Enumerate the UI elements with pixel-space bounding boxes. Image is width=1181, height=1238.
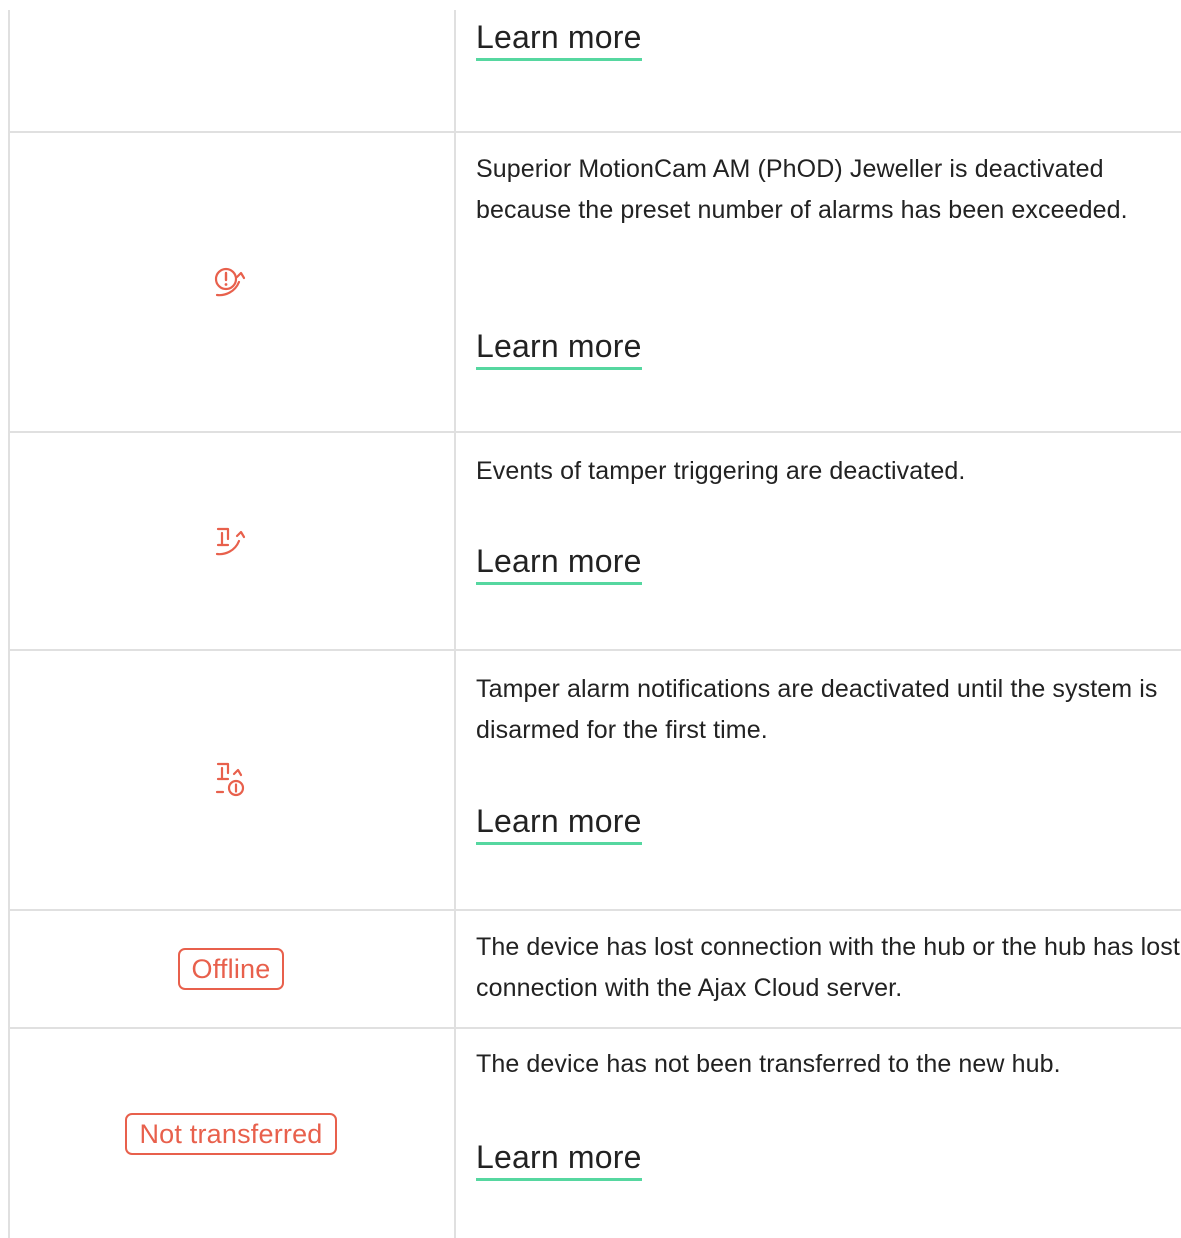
table-row: Not transferred The device has not been … bbox=[8, 1029, 1181, 1238]
description-cell: Tamper alarm notifications are deactivat… bbox=[476, 651, 1181, 909]
description-cell: The device has not been transferred to t… bbox=[476, 1029, 1181, 1238]
icon-cell bbox=[8, 0, 454, 131]
icon-cell bbox=[8, 133, 454, 431]
row-description: Superior MotionCam AM (PhOD) Jeweller is… bbox=[476, 155, 1128, 224]
tamper-deactivated-icon bbox=[215, 527, 246, 556]
table-row: Events of tamper triggering are deactiva… bbox=[8, 433, 1181, 649]
learn-more-link[interactable]: Learn more bbox=[476, 326, 642, 370]
icon-cell: Offline bbox=[8, 911, 454, 1027]
table-row: Superior MotionCam AM (PhOD) Jeweller is… bbox=[8, 133, 1181, 431]
icon-cell bbox=[8, 433, 454, 649]
table-row: Tamper alarm notifications are deactivat… bbox=[8, 651, 1181, 909]
table-row: Offline The device has lost connection w… bbox=[8, 911, 1181, 1027]
learn-more-link[interactable]: Learn more bbox=[476, 541, 642, 585]
description-cell: The device has lost connection with the … bbox=[476, 911, 1181, 1027]
row-description: Tamper alarm notifications are deactivat… bbox=[476, 675, 1158, 744]
description-cell: Learn more bbox=[476, 0, 1181, 131]
tamper-deactivated-until-disarm-icon bbox=[215, 762, 245, 797]
table-row: Learn more bbox=[8, 0, 1181, 131]
description-cell: Superior MotionCam AM (PhOD) Jeweller is… bbox=[476, 133, 1181, 431]
row-description: Events of tamper triggering are deactiva… bbox=[476, 457, 966, 485]
alarm-limit-deactivated-icon bbox=[214, 267, 246, 297]
learn-more-link[interactable]: Learn more bbox=[476, 801, 642, 845]
icon-cell bbox=[8, 651, 454, 909]
status-badge-not-transferred: Not transferred bbox=[125, 1112, 337, 1155]
row-description: The device has not been transferred to t… bbox=[476, 1050, 1061, 1078]
status-badge-offline: Offline bbox=[177, 948, 285, 990]
learn-more-link[interactable]: Learn more bbox=[476, 1137, 642, 1181]
learn-more-link[interactable]: Learn more bbox=[476, 17, 642, 61]
status-table: Learn more Superior MotionCam AM (PhOD) … bbox=[0, 0, 1181, 1238]
icon-cell: Not transferred bbox=[8, 1029, 454, 1238]
row-description: The device has lost connection with the … bbox=[476, 933, 1180, 1002]
description-cell: Events of tamper triggering are deactiva… bbox=[476, 433, 1181, 649]
